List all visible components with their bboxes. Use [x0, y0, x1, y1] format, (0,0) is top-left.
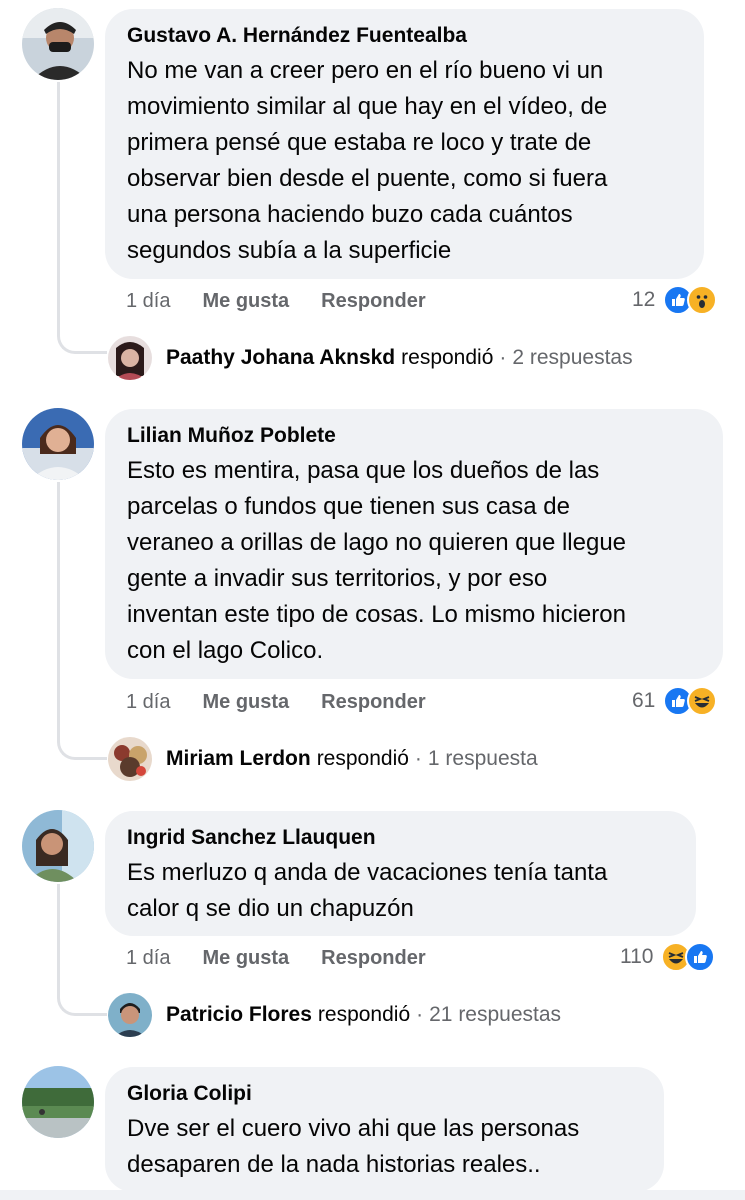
- comment-actions: 1 día Me gusta Responder: [126, 687, 458, 717]
- reply-author: Paathy Johana Aknskd: [166, 346, 396, 369]
- reply-button[interactable]: Responder: [321, 290, 425, 313]
- comment-author[interactable]: Gustavo A. Hernández Fuentealba: [127, 23, 682, 49]
- separator-dot: ·: [414, 747, 422, 770]
- comment-bubble: Gloria Colipi Dve ser el cuero vivo ahi …: [105, 1067, 664, 1192]
- reaction-count: 110: [620, 945, 654, 968]
- separator-dot: ·: [416, 1003, 424, 1026]
- thread-line: [57, 482, 60, 736]
- reaction-summary[interactable]: 61: [632, 686, 718, 716]
- view-replies-link[interactable]: Paathy Johana Aknskd respondió · 2 respu…: [108, 336, 633, 380]
- reply-verb: respondió: [316, 747, 409, 770]
- thread-connector: [57, 330, 107, 354]
- reply-count: 2 respuestas: [512, 346, 633, 369]
- avatar: [108, 336, 152, 380]
- bottom-divider: [0, 1190, 745, 1200]
- comment-text: Dve ser el cuero vivo ahi que las person…: [127, 1115, 580, 1178]
- thread-line: [57, 884, 60, 992]
- like-button[interactable]: Me gusta: [202, 947, 289, 970]
- like-icon: [685, 942, 716, 972]
- comment-actions: 1 día Me gusta Responder: [126, 286, 458, 316]
- comment-author[interactable]: Ingrid Sanchez Llauquen: [127, 825, 674, 851]
- thread-line: [57, 82, 60, 330]
- view-replies-link[interactable]: Miriam Lerdon respondió · 1 respuesta: [108, 737, 538, 781]
- thread-connector: [57, 992, 107, 1016]
- reaction-count: 61: [632, 689, 656, 712]
- comment-time[interactable]: 1 día: [126, 947, 170, 970]
- reply-verb: respondió: [317, 1003, 411, 1026]
- reply-verb: respondió: [401, 346, 494, 369]
- comment-actions: 1 día Me gusta Responder: [126, 943, 458, 973]
- comment-time[interactable]: 1 día: [126, 691, 170, 714]
- separator-dot: ·: [499, 346, 507, 369]
- avatar: [108, 993, 152, 1037]
- thread-connector: [57, 736, 107, 760]
- like-button[interactable]: Me gusta: [202, 290, 289, 313]
- avatar[interactable]: [22, 1066, 94, 1138]
- view-replies-link[interactable]: Patricio Flores respondió · 21 respuesta…: [108, 993, 561, 1037]
- avatar: [108, 737, 152, 781]
- reaction-count: 12: [632, 288, 656, 311]
- reaction-summary[interactable]: 12: [632, 285, 718, 315]
- comment-author[interactable]: Lilian Muñoz Poblete: [127, 423, 701, 449]
- reply-author: Miriam Lerdon: [166, 747, 311, 770]
- comment-text: Esto es mentira, pasa que los dueños de …: [127, 457, 627, 664]
- haha-icon: [687, 686, 718, 716]
- comment-bubble: Gustavo A. Hernández Fuentealba No me va…: [105, 9, 704, 279]
- comment-bubble: Lilian Muñoz Poblete Esto es mentira, pa…: [105, 409, 723, 679]
- avatar[interactable]: [22, 810, 94, 882]
- comment-time[interactable]: 1 día: [126, 290, 170, 313]
- avatar[interactable]: [22, 8, 94, 80]
- reply-author: Patricio Flores: [166, 1003, 312, 1026]
- like-button[interactable]: Me gusta: [202, 691, 289, 714]
- reaction-summary[interactable]: 110: [620, 942, 716, 972]
- avatar[interactable]: [22, 408, 94, 480]
- reply-button[interactable]: Responder: [321, 947, 425, 970]
- reply-button[interactable]: Responder: [321, 691, 425, 714]
- comment-author[interactable]: Gloria Colipi: [127, 1081, 642, 1107]
- wow-icon: [687, 285, 718, 315]
- comment-bubble: Ingrid Sanchez Llauquen Es merluzo q and…: [105, 811, 696, 936]
- reply-count: 1 respuesta: [427, 747, 538, 770]
- comment-text: No me van a creer pero en el río bueno v…: [127, 57, 608, 264]
- reply-count: 21 respuestas: [429, 1003, 562, 1026]
- comment-text: Es merluzo q anda de vacaciones tenía ta…: [127, 859, 608, 922]
